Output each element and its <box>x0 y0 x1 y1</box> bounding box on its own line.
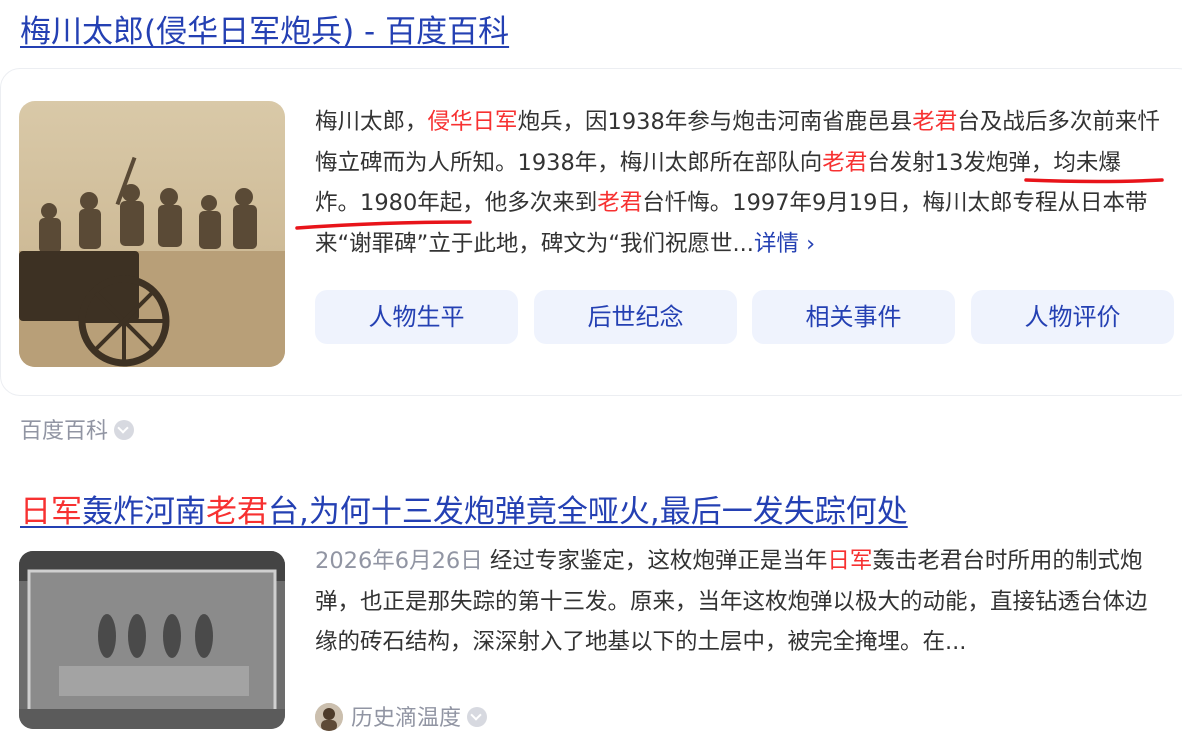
source-name: 百度百科 <box>20 419 109 444</box>
keyword-highlight: 日军 <box>20 494 82 530</box>
publish-date: 2026年6月26日 <box>315 548 483 574</box>
text-segment: 台,为何十三发炮弹竟全哑火,最后一发失踪何处 <box>268 494 908 530</box>
source-label[interactable]: 历史滴温度 <box>315 703 488 733</box>
tab-evaluation[interactable]: 人物评价 <box>971 290 1174 344</box>
result-abstract: 2026年6月26日 经过专家鉴定，这枚炮弹正是当年日军轰击老君台时所用的制式炮… <box>315 541 1165 663</box>
keyword-highlight: 老君 <box>206 494 268 530</box>
text-segment: 经过专家鉴定，这枚炮弹正是当年 <box>489 548 828 574</box>
avatar <box>315 703 343 731</box>
text-segment: 轰炸河南 <box>82 494 206 530</box>
tab-related-events[interactable]: 相关事件 <box>752 290 955 344</box>
tab-commemoration[interactable]: 后世纪念 <box>534 290 737 344</box>
verified-check-icon <box>467 707 488 727</box>
result-title-link[interactable]: 日军轰炸河南老君台,为何十三发炮弹竟全哑火,最后一发失踪何处 <box>20 492 908 532</box>
tab-biography[interactable]: 人物生平 <box>315 290 518 344</box>
result-thumbnail-shells-photo[interactable] <box>19 551 285 729</box>
source-name: 历史滴温度 <box>351 706 462 731</box>
source-label[interactable]: 百度百科 <box>20 418 135 446</box>
verified-check-icon <box>114 420 135 440</box>
keyword-highlight: 日军 <box>827 548 873 574</box>
